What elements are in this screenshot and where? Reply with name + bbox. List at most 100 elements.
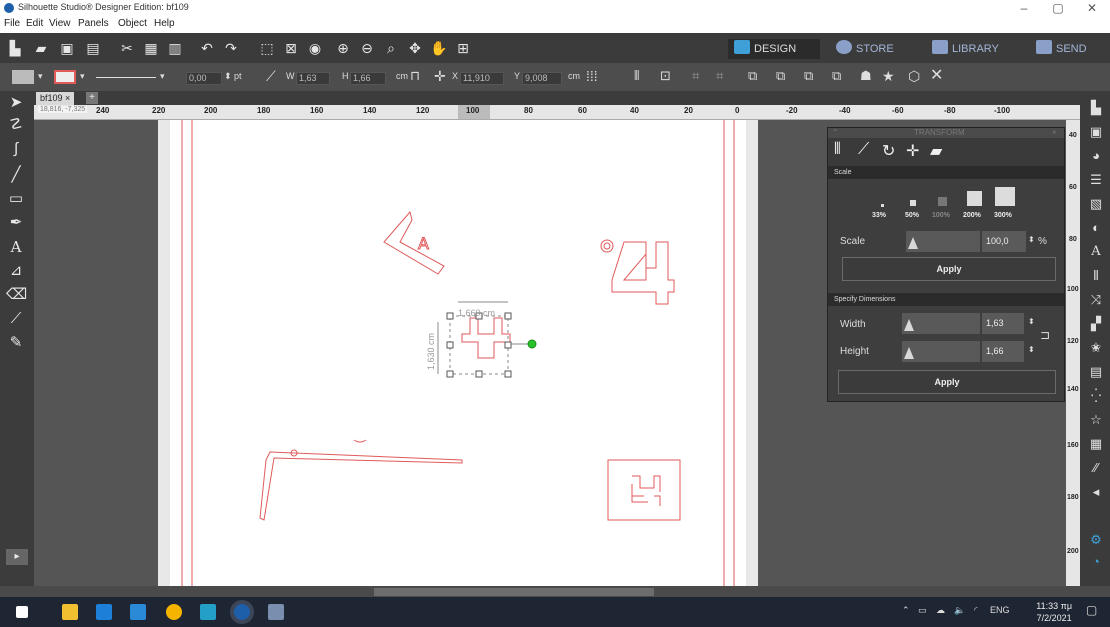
width-stepper[interactable]: ⬍ bbox=[1028, 317, 1035, 326]
width-slider[interactable] bbox=[902, 313, 980, 334]
close-panel-icon[interactable]: × bbox=[1052, 128, 1057, 137]
open-folder-icon[interactable]: ▰ bbox=[32, 40, 50, 56]
line-tool-left-icon[interactable]: ╱ bbox=[6, 165, 26, 185]
replicate-icon[interactable]: ⤨ bbox=[1087, 291, 1105, 309]
knife-tool-icon[interactable]: ⟋ bbox=[6, 309, 26, 329]
ungroup-icon[interactable]: ⌗ bbox=[716, 68, 723, 84]
menu-help[interactable]: Help bbox=[154, 18, 175, 29]
minimize-button[interactable]: – bbox=[1012, 1, 1036, 15]
move-mode-icon[interactable]: ✛ bbox=[906, 141, 919, 161]
align-mode-icon[interactable]: ⫴ bbox=[834, 141, 841, 159]
height-stepper[interactable]: ⬍ bbox=[1028, 345, 1035, 354]
sketch-icon[interactable]: ⁛ bbox=[1087, 387, 1105, 405]
maximize-button[interactable]: ▢ bbox=[1046, 1, 1070, 15]
preset-200-label[interactable]: 200% bbox=[963, 212, 981, 219]
scale-input[interactable]: 100,0 bbox=[982, 231, 1026, 252]
chrome-icon[interactable] bbox=[166, 604, 182, 620]
align-panel-icon[interactable]: ⫴ bbox=[1087, 267, 1105, 285]
y-position-input[interactable]: 9,008 bbox=[522, 72, 562, 85]
fit-page-icon[interactable]: ⊞ bbox=[454, 40, 472, 56]
copy-icon[interactable]: ▦ bbox=[142, 40, 160, 56]
scale-stepper[interactable]: ⬍ bbox=[1028, 235, 1035, 244]
pen-tool-icon[interactable]: ✒ bbox=[6, 213, 26, 233]
text-style-icon[interactable]: A bbox=[1087, 243, 1105, 261]
file-explorer-icon[interactable] bbox=[62, 604, 78, 620]
fill-tool-icon[interactable]: ⊿ bbox=[6, 261, 26, 281]
mail-icon[interactable] bbox=[130, 604, 146, 620]
tab-send[interactable]: SEND bbox=[1036, 39, 1087, 59]
width-input[interactable]: 1,63 bbox=[296, 72, 330, 85]
width-slider-knob[interactable] bbox=[904, 319, 914, 331]
grid-dots-icon[interactable]: ⁞⁞⁞ bbox=[586, 68, 598, 84]
undo-icon[interactable]: ↶ bbox=[198, 40, 216, 56]
text-tool-icon[interactable]: A bbox=[6, 237, 26, 257]
menu-view[interactable]: View bbox=[49, 18, 71, 29]
image-effects-icon[interactable]: ▧ bbox=[1087, 195, 1105, 213]
save-icon[interactable]: ▣ bbox=[58, 40, 76, 56]
rotate-mode-icon[interactable]: ↻ bbox=[882, 141, 895, 161]
resize-handle-b[interactable] bbox=[475, 370, 483, 378]
line-style-dropdown-icon[interactable]: ▾ bbox=[160, 68, 165, 84]
close-button[interactable]: ✕ bbox=[1080, 1, 1104, 15]
center-icon[interactable]: ⊡ bbox=[660, 68, 671, 84]
horizontal-scrollbar[interactable] bbox=[34, 586, 1080, 597]
preset-100-icon[interactable] bbox=[938, 197, 947, 206]
tray-onedrive-icon[interactable]: ☁ bbox=[936, 605, 945, 616]
contrast-icon[interactable]: ◐ bbox=[1087, 219, 1105, 237]
preset-100-label[interactable]: 100% bbox=[932, 212, 950, 219]
menu-object[interactable]: Object bbox=[118, 18, 147, 29]
fill-color-swatch[interactable] bbox=[12, 70, 34, 84]
fit-to-window-icon[interactable]: ✥ bbox=[406, 40, 424, 56]
dimensions-apply-button[interactable]: Apply bbox=[838, 370, 1056, 394]
tray-volume-icon[interactable]: 🔈 bbox=[954, 605, 965, 616]
start-windows-icon[interactable] bbox=[16, 606, 28, 618]
favorite-star-icon[interactable]: ★ bbox=[882, 68, 895, 84]
preset-33-label[interactable]: 33% bbox=[872, 212, 886, 219]
app-window-icon[interactable] bbox=[268, 604, 284, 620]
lock-aspect-icon[interactable]: ⊓ bbox=[410, 68, 420, 84]
cut-icon[interactable]: ✂ bbox=[118, 40, 136, 56]
preset-300-icon[interactable] bbox=[995, 187, 1015, 206]
line-style-icon[interactable] bbox=[96, 77, 156, 78]
help-icon[interactable]: ◔ bbox=[1087, 553, 1105, 571]
add-document-button[interactable]: + bbox=[86, 92, 98, 104]
send-back-icon[interactable]: ⧉ bbox=[832, 68, 841, 84]
resize-handle-tr[interactable] bbox=[504, 312, 512, 320]
send-backward-icon[interactable]: ⧉ bbox=[804, 68, 813, 84]
x-position-input[interactable]: 11,910 bbox=[460, 72, 504, 85]
microsoft-store-icon[interactable] bbox=[96, 604, 112, 620]
rotate-handle[interactable] bbox=[527, 339, 537, 349]
line-width-stepper[interactable]: ⬍ bbox=[224, 68, 232, 84]
height-input[interactable]: 1,66 bbox=[350, 72, 386, 85]
preset-200-icon[interactable] bbox=[967, 191, 982, 206]
menu-edit[interactable]: Edit bbox=[26, 18, 43, 29]
shear-mode-icon[interactable]: ▰ bbox=[930, 141, 942, 161]
tab-library[interactable]: LIBRARY bbox=[932, 39, 999, 59]
preset-300-label[interactable]: 300% bbox=[994, 212, 1012, 219]
tray-battery-icon[interactable]: ▭ bbox=[918, 605, 927, 616]
new-file-icon[interactable]: ▙ bbox=[6, 40, 24, 56]
zoom-out-icon[interactable]: ⊖ bbox=[358, 40, 376, 56]
resize-handle-tl[interactable] bbox=[446, 312, 454, 320]
panel-height-input[interactable]: 1,66 bbox=[982, 341, 1024, 362]
scale-slider[interactable] bbox=[906, 231, 980, 252]
preset-50-icon[interactable] bbox=[910, 200, 916, 206]
bring-forward-icon[interactable]: ⧉ bbox=[776, 68, 785, 84]
eraser-tool-icon[interactable]: ⌫ bbox=[6, 285, 27, 305]
rectangle-tool-icon[interactable]: ▭ bbox=[6, 189, 26, 209]
line-width-input[interactable]: 0,00 bbox=[186, 72, 222, 85]
align-icon[interactable]: ⫴ bbox=[634, 68, 639, 84]
document-tab[interactable]: bf109 × bbox=[36, 92, 75, 105]
paste-icon[interactable]: ▥ bbox=[166, 40, 184, 56]
scale-apply-button[interactable]: Apply bbox=[842, 257, 1056, 281]
menu-file[interactable]: File bbox=[4, 18, 20, 29]
resize-handle-br[interactable] bbox=[504, 370, 512, 378]
height-slider[interactable] bbox=[902, 341, 980, 362]
panel-collapse-icon[interactable]: ◂ bbox=[1087, 483, 1105, 501]
line-color-dropdown-icon[interactable]: ▾ bbox=[80, 68, 85, 84]
zoom-select-icon[interactable]: ⌕ bbox=[382, 40, 400, 56]
resize-handle-r[interactable] bbox=[504, 341, 512, 349]
tray-chevron-icon[interactable]: ⌃ bbox=[902, 605, 910, 616]
menu-panels[interactable]: Panels bbox=[78, 18, 109, 29]
expand-tools-button[interactable]: ▸ bbox=[6, 549, 28, 565]
